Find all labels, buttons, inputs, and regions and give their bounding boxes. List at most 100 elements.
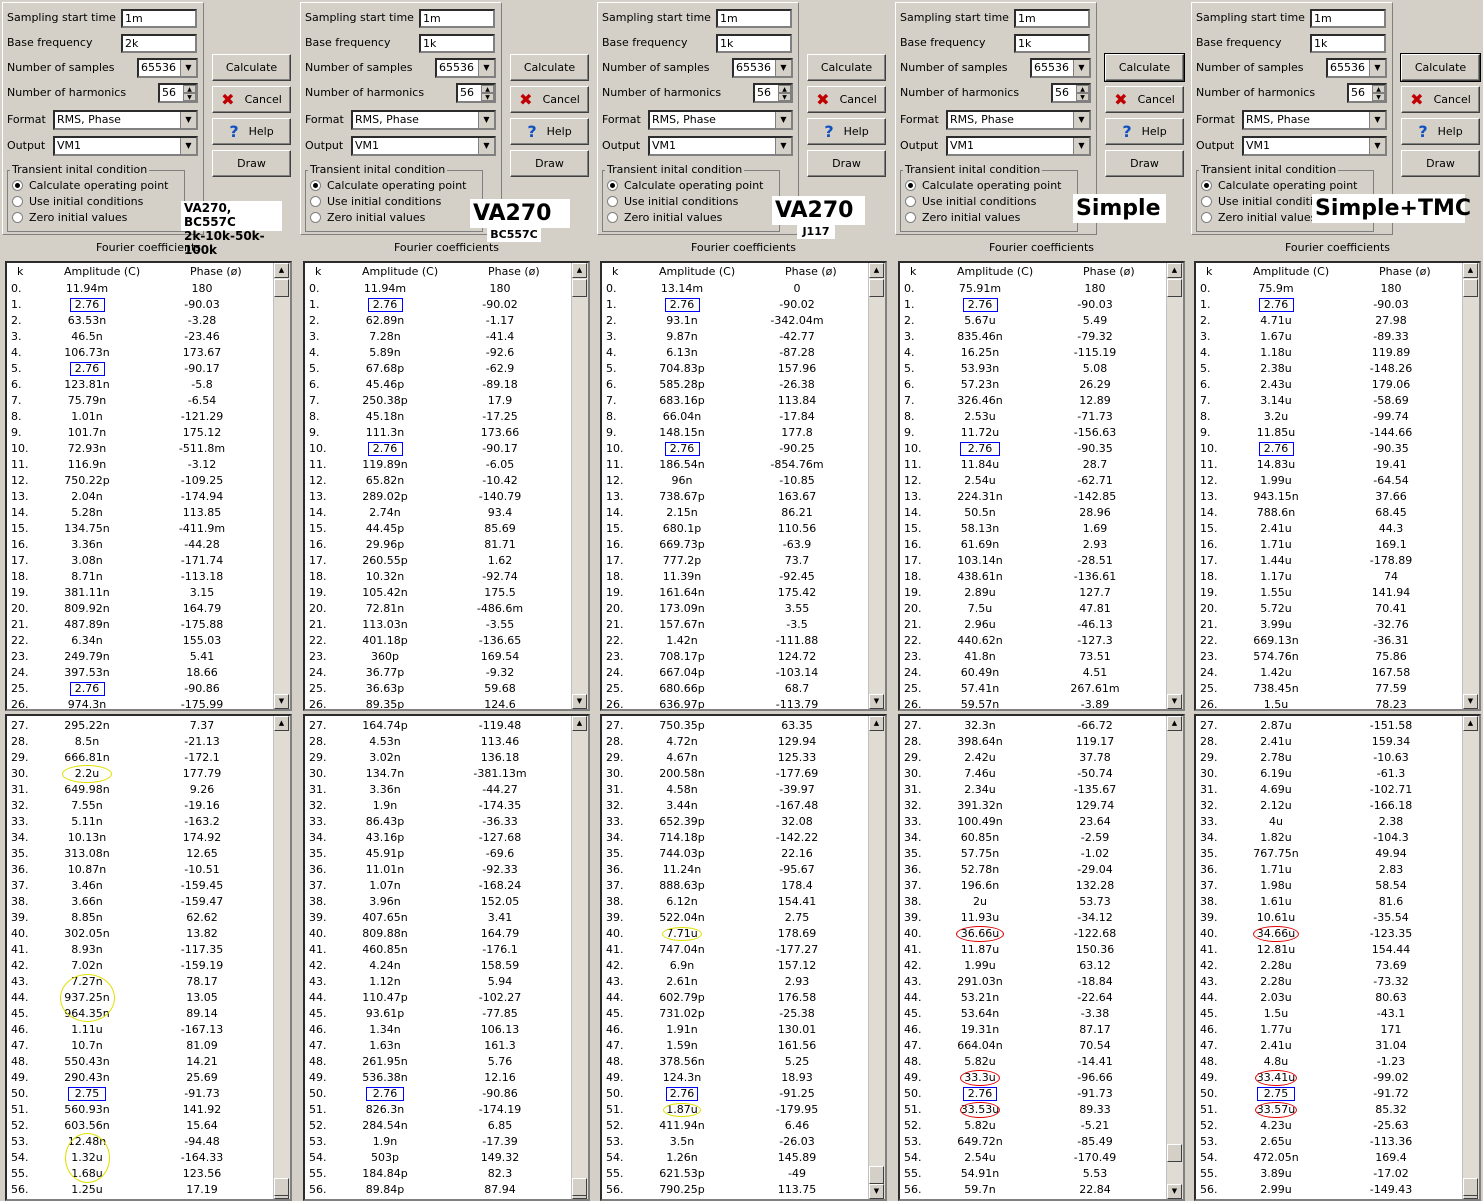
chevron-down-icon[interactable]: ▼ — [1369, 112, 1385, 128]
radio-option-2[interactable]: Use initial conditions — [905, 194, 1036, 208]
format-select[interactable]: RMS, Phase ▼ — [946, 110, 1091, 130]
radio-option-1[interactable]: Calculate operating point — [905, 178, 1062, 192]
vertical-scrollbar[interactable]: ▲▼ — [868, 263, 885, 709]
spin-down-icon[interactable]: ▼ — [778, 93, 791, 101]
output-select[interactable]: VM1 ▼ — [648, 136, 793, 156]
format-select[interactable]: RMS, Phase ▼ — [1242, 110, 1387, 130]
vertical-scrollbar[interactable]: ▲▼ — [1462, 263, 1479, 709]
spin-up-icon[interactable]: ▲ — [481, 85, 494, 93]
scroll-down-icon[interactable]: ▼ — [1463, 694, 1478, 709]
radio-button[interactable] — [12, 211, 23, 223]
radio-option-1[interactable]: Calculate operating point — [310, 178, 467, 192]
chevron-down-icon[interactable]: ▼ — [180, 60, 196, 76]
draw-button[interactable]: Draw — [807, 150, 886, 177]
chevron-down-icon[interactable]: ▼ — [478, 112, 494, 128]
chevron-down-icon[interactable]: ▼ — [775, 60, 791, 76]
draw-button[interactable]: Draw — [1105, 150, 1184, 177]
scroll-thumb[interactable] — [1167, 279, 1182, 297]
radio-button[interactable] — [310, 179, 321, 191]
cancel-button[interactable]: ✖ Cancel — [510, 86, 589, 113]
format-select[interactable]: RMS, Phase ▼ — [53, 110, 198, 130]
spin-down-icon[interactable]: ▼ — [1076, 93, 1089, 101]
base-frequency-field[interactable]: 1k — [1310, 34, 1386, 53]
scroll-down-icon[interactable]: ▼ — [572, 694, 587, 709]
vertical-scrollbar[interactable]: ▲▼ — [1166, 716, 1183, 1199]
radio-option-3[interactable]: Zero initial values — [905, 210, 1020, 224]
base-frequency-field[interactable]: 1k — [1014, 34, 1090, 53]
sampling-start-time-field[interactable]: 1m — [1014, 9, 1090, 28]
draw-button[interactable]: Draw — [1401, 150, 1480, 177]
radio-option-3[interactable]: Zero initial values — [607, 210, 722, 224]
help-button[interactable]: ? Help — [1105, 118, 1184, 145]
radio-button[interactable] — [1201, 179, 1212, 191]
radio-button[interactable] — [12, 195, 23, 207]
base-frequency-field[interactable]: 1k — [716, 34, 792, 53]
help-button[interactable]: ? Help — [212, 118, 291, 145]
scroll-thumb[interactable] — [1463, 279, 1478, 297]
sampling-start-time-field[interactable]: 1m — [419, 9, 495, 28]
chevron-down-icon[interactable]: ▼ — [1369, 138, 1385, 154]
scroll-thumb[interactable] — [1167, 1144, 1182, 1162]
number-of-samples-select[interactable]: 65536 ▼ — [1326, 58, 1387, 78]
radio-option-3[interactable]: Zero initial values — [12, 210, 127, 224]
number-of-samples-select[interactable]: 65536 ▼ — [732, 58, 793, 78]
radio-button[interactable] — [607, 211, 618, 223]
scroll-up-icon[interactable]: ▲ — [1167, 263, 1182, 278]
number-of-harmonics-spinner[interactable]: 56 ▲ ▼ — [1051, 83, 1091, 103]
number-of-harmonics-spinner[interactable]: 56 ▲ ▼ — [1347, 83, 1387, 103]
chevron-down-icon[interactable]: ▼ — [180, 138, 196, 154]
help-button[interactable]: ? Help — [807, 118, 886, 145]
radio-button[interactable] — [607, 195, 618, 207]
calculate-button[interactable]: Calculate — [510, 54, 589, 81]
radio-option-3[interactable]: Zero initial values — [1201, 210, 1316, 224]
radio-option-1[interactable]: Calculate operating point — [12, 178, 169, 192]
cancel-button[interactable]: ✖ Cancel — [807, 86, 886, 113]
spin-down-icon[interactable]: ▼ — [183, 93, 196, 101]
scroll-up-icon[interactable]: ▲ — [1463, 716, 1478, 731]
scroll-thumb[interactable] — [869, 279, 884, 297]
vertical-scrollbar[interactable]: ▲▼ — [868, 716, 885, 1199]
spin-up-icon[interactable]: ▲ — [778, 85, 791, 93]
spin-up-icon[interactable]: ▲ — [1372, 85, 1385, 93]
draw-button[interactable]: Draw — [212, 150, 291, 177]
calculate-button[interactable]: Calculate — [807, 54, 886, 81]
number-of-harmonics-spinner[interactable]: 56 ▲ ▼ — [753, 83, 793, 103]
output-select[interactable]: VM1 ▼ — [351, 136, 496, 156]
radio-button[interactable] — [310, 211, 321, 223]
scroll-down-icon[interactable]: ▼ — [1167, 694, 1182, 709]
scroll-thumb[interactable] — [572, 1178, 587, 1196]
vertical-scrollbar[interactable]: ▲▼ — [273, 263, 290, 709]
scroll-thumb[interactable] — [572, 279, 587, 297]
base-frequency-field[interactable]: 2k — [121, 34, 197, 53]
vertical-scrollbar[interactable]: ▲▼ — [1166, 263, 1183, 709]
output-select[interactable]: VM1 ▼ — [1242, 136, 1387, 156]
radio-button[interactable] — [1201, 195, 1212, 207]
calculate-button[interactable]: Calculate — [212, 54, 291, 81]
radio-option-2[interactable]: Use initial conditions — [310, 194, 441, 208]
radio-button[interactable] — [607, 179, 618, 191]
sampling-start-time-field[interactable]: 1m — [1310, 9, 1386, 28]
scroll-thumb[interactable] — [1463, 1178, 1478, 1196]
radio-option-3[interactable]: Zero initial values — [310, 210, 425, 224]
scroll-thumb[interactable] — [274, 279, 289, 297]
number-of-samples-select[interactable]: 65536 ▼ — [137, 58, 198, 78]
sampling-start-time-field[interactable]: 1m — [121, 9, 197, 28]
scroll-up-icon[interactable]: ▲ — [1463, 263, 1478, 278]
calculate-button[interactable]: Calculate — [1400, 53, 1481, 82]
sampling-start-time-field[interactable]: 1m — [716, 9, 792, 28]
chevron-down-icon[interactable]: ▼ — [1073, 60, 1089, 76]
spin-down-icon[interactable]: ▼ — [1372, 93, 1385, 101]
radio-option-2[interactable]: Use initial conditions — [12, 194, 143, 208]
cancel-button[interactable]: ✖ Cancel — [212, 86, 291, 113]
format-select[interactable]: RMS, Phase ▼ — [351, 110, 496, 130]
chevron-down-icon[interactable]: ▼ — [775, 112, 791, 128]
spin-up-icon[interactable]: ▲ — [183, 85, 196, 93]
number-of-harmonics-spinner[interactable]: 56 ▲ ▼ — [456, 83, 496, 103]
scroll-up-icon[interactable]: ▲ — [572, 716, 587, 731]
scroll-down-icon[interactable]: ▼ — [274, 694, 289, 709]
scroll-down-icon[interactable]: ▼ — [869, 694, 884, 709]
spin-down-icon[interactable]: ▼ — [481, 93, 494, 101]
scroll-up-icon[interactable]: ▲ — [274, 263, 289, 278]
chevron-down-icon[interactable]: ▼ — [1369, 60, 1385, 76]
scroll-up-icon[interactable]: ▲ — [1167, 716, 1182, 731]
